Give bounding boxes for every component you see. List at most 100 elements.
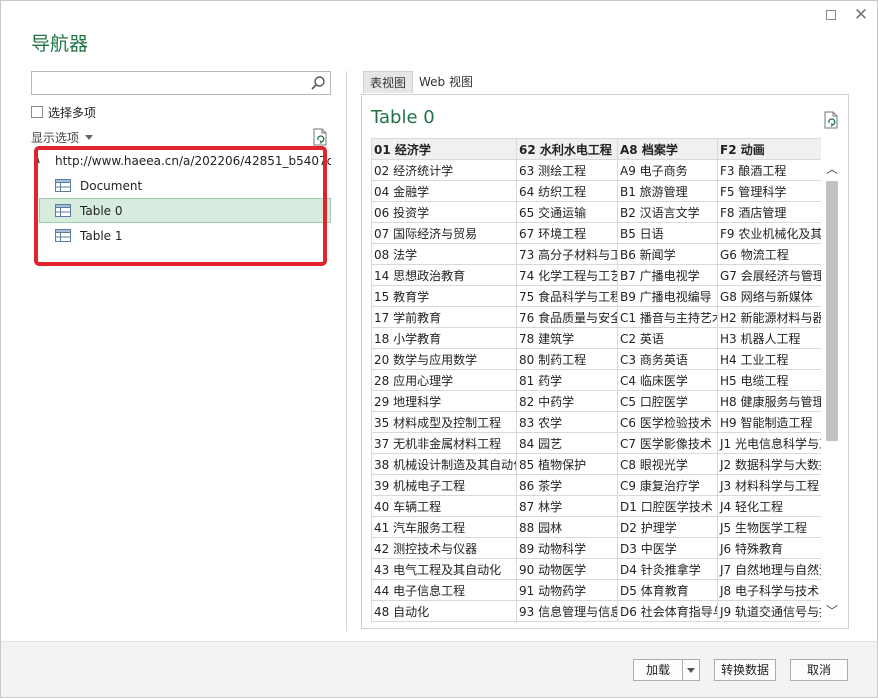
table-cell[interactable]: D5 体育教育 (617, 579, 718, 601)
search-input[interactable] (31, 71, 331, 95)
table-cell[interactable]: F8 酒店管理 (717, 201, 821, 223)
table-cell[interactable]: J8 电子科学与技术 (717, 579, 821, 601)
table-cell[interactable]: G7 会展经济与管理 (717, 264, 821, 286)
transform-data-button[interactable]: 转换数据 (714, 659, 776, 681)
table-cell[interactable]: B5 日语 (617, 222, 718, 244)
scroll-down-icon[interactable]: ﹀ (823, 603, 841, 619)
multi-select-option[interactable]: 选择多项 (31, 104, 96, 120)
table-cell[interactable]: G8 网络与新媒体 (717, 285, 821, 307)
table-cell[interactable]: 04 金融学 (371, 180, 517, 202)
table-cell[interactable]: 65 交通运输 (516, 201, 618, 223)
tab-web-view[interactable]: Web 视图 (413, 71, 479, 93)
table-cell[interactable]: C2 英语 (617, 327, 718, 349)
table-cell[interactable]: C7 医学影像技术 (617, 432, 718, 454)
pane-divider[interactable] (346, 71, 347, 631)
table-cell[interactable]: C3 商务英语 (617, 348, 718, 370)
table-cell[interactable]: 88 园林 (516, 516, 618, 538)
table-cell[interactable]: 90 动物医学 (516, 558, 618, 580)
table-cell[interactable]: B9 广播电视编导 (617, 285, 718, 307)
tree-item-document[interactable]: Document (31, 173, 331, 198)
table-cell[interactable]: D2 护理学 (617, 516, 718, 538)
table-cell[interactable]: 42 测控技术与仪器 (371, 537, 517, 559)
table-cell[interactable]: C4 临床医学 (617, 369, 718, 391)
tree-root-node[interactable]: http://www.haeea.cn/a/202206/42851_b5407… (31, 149, 331, 173)
table-cell[interactable]: J1 光电信息科学与工程 (717, 432, 821, 454)
table-cell[interactable]: 38 机械设计制造及其自动化 (371, 453, 517, 475)
table-cell[interactable]: D3 中医学 (617, 537, 718, 559)
table-cell[interactable]: 80 制药工程 (516, 348, 618, 370)
table-cell[interactable]: 02 经济统计学 (371, 159, 517, 181)
table-cell[interactable]: G6 物流工程 (717, 243, 821, 265)
table-cell[interactable]: 08 法学 (371, 243, 517, 265)
scroll-thumb[interactable] (826, 181, 838, 441)
table-cell[interactable]: 44 电子信息工程 (371, 579, 517, 601)
table-cell[interactable]: H5 电缆工程 (717, 369, 821, 391)
table-cell[interactable]: J4 轻化工程 (717, 495, 821, 517)
table-cell[interactable]: 74 化学工程与工艺 (516, 264, 618, 286)
table-cell[interactable]: 78 建筑学 (516, 327, 618, 349)
table-cell[interactable]: 37 无机非金属材料工程 (371, 432, 517, 454)
table-cell[interactable]: B6 新闻学 (617, 243, 718, 265)
load-dropdown-button[interactable] (682, 659, 700, 681)
table-cell[interactable]: J7 自然地理与自然资源 (717, 558, 821, 580)
table-cell[interactable]: J9 轨道交通信号与控制 (717, 600, 821, 622)
table-cell[interactable]: 29 地理科学 (371, 390, 517, 412)
table-cell[interactable]: A9 电子商务 (617, 159, 718, 181)
table-cell[interactable]: C5 口腔医学 (617, 390, 718, 412)
table-cell[interactable]: 93 信息管理与信息系统 (516, 600, 618, 622)
display-options-dropdown[interactable]: 显示选项 (31, 129, 94, 146)
tree-item-table-0[interactable]: Table 0 (39, 198, 331, 223)
load-button[interactable]: 加载 (633, 659, 683, 681)
table-cell[interactable]: B1 旅游管理 (617, 180, 718, 202)
table-cell[interactable]: J6 特殊教育 (717, 537, 821, 559)
table-cell[interactable]: 89 动物科学 (516, 537, 618, 559)
table-cell[interactable]: C6 医学检验技术 (617, 411, 718, 433)
table-cell[interactable]: 39 机械电子工程 (371, 474, 517, 496)
column-header[interactable]: F2 动画 (717, 138, 821, 160)
table-cell[interactable]: D4 针灸推拿学 (617, 558, 718, 580)
table-cell[interactable]: J5 生物医学工程 (717, 516, 821, 538)
table-cell[interactable]: 75 食品科学与工程 (516, 285, 618, 307)
table-cell[interactable]: 81 药学 (516, 369, 618, 391)
table-cell[interactable]: 43 电气工程及其自动化 (371, 558, 517, 580)
table-cell[interactable]: C9 康复治疗学 (617, 474, 718, 496)
table-cell[interactable]: H8 健康服务与管理 (717, 390, 821, 412)
table-cell[interactable]: 06 投资学 (371, 201, 517, 223)
table-cell[interactable]: 63 测绘工程 (516, 159, 618, 181)
table-cell[interactable]: 14 思想政治教育 (371, 264, 517, 286)
table-cell[interactable]: B2 汉语言文学 (617, 201, 718, 223)
table-cell[interactable]: D1 口腔医学技术 (617, 495, 718, 517)
table-cell[interactable]: H4 工业工程 (717, 348, 821, 370)
table-cell[interactable]: D6 社会体育指导与管理 (617, 600, 718, 622)
table-cell[interactable]: H9 智能制造工程 (717, 411, 821, 433)
table-cell[interactable]: 18 小学教育 (371, 327, 517, 349)
close-button[interactable]: ✕ (850, 5, 872, 25)
expand-icon[interactable] (34, 157, 42, 165)
table-cell[interactable]: 07 国际经济与贸易 (371, 222, 517, 244)
cancel-button[interactable]: 取消 (790, 659, 848, 681)
scroll-up-icon[interactable]: ︿ (823, 161, 841, 177)
column-header[interactable]: 01 经济学 (371, 138, 517, 160)
table-cell[interactable]: 20 数学与应用数学 (371, 348, 517, 370)
table-cell[interactable]: 73 高分子材料与工程 (516, 243, 618, 265)
tab-table-view[interactable]: 表视图 (363, 71, 414, 93)
table-cell[interactable]: 83 农学 (516, 411, 618, 433)
table-cell[interactable]: H2 新能源材料与器件 (717, 306, 821, 328)
table-cell[interactable]: 87 林学 (516, 495, 618, 517)
table-cell[interactable]: H3 机器人工程 (717, 327, 821, 349)
table-cell[interactable]: 76 食品质量与安全 (516, 306, 618, 328)
table-cell[interactable]: 86 茶学 (516, 474, 618, 496)
table-cell[interactable]: 84 园艺 (516, 432, 618, 454)
table-cell[interactable]: 85 植物保护 (516, 453, 618, 475)
maximize-button[interactable] (820, 5, 842, 25)
table-cell[interactable]: 48 自动化 (371, 600, 517, 622)
table-cell[interactable]: J3 材料科学与工程 (717, 474, 821, 496)
column-header[interactable]: A8 档案学 (617, 138, 718, 160)
tree-item-table-1[interactable]: Table 1 (31, 223, 331, 248)
table-cell[interactable]: 40 车辆工程 (371, 495, 517, 517)
search-icon[interactable] (310, 75, 326, 91)
table-cell[interactable]: 35 材料成型及控制工程 (371, 411, 517, 433)
column-header[interactable]: 62 水利水电工程 (516, 138, 618, 160)
table-cell[interactable]: F3 酿酒工程 (717, 159, 821, 181)
table-cell[interactable]: F9 农业机械化及其自动化 (717, 222, 821, 244)
